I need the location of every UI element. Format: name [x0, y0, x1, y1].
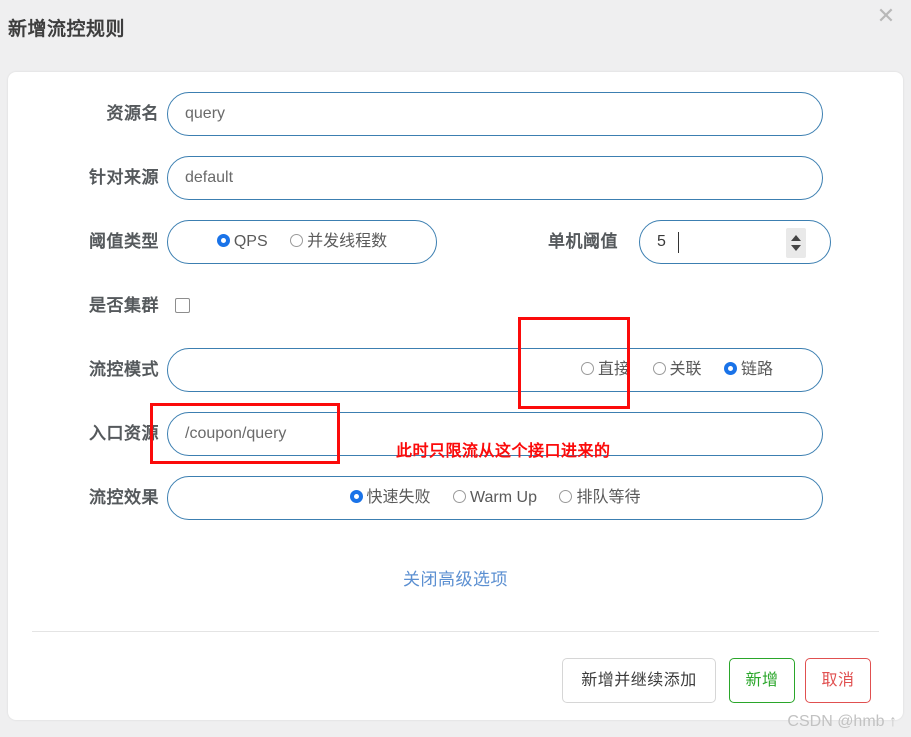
radio-dot-icon: [559, 490, 573, 503]
page-title: 新增流控规则: [8, 19, 126, 40]
single-threshold-input[interactable]: 5: [639, 220, 831, 264]
cluster-checkbox[interactable]: [175, 298, 190, 313]
radio-dot-icon: [723, 362, 737, 375]
watermark: CSDN @hmb ↑: [787, 713, 897, 730]
label-flow-mode: 流控模式: [89, 360, 159, 379]
flow-mode-radio-group: 直接 关联 链路: [167, 348, 823, 392]
radio-dot-icon: [453, 490, 467, 503]
radio-flow-effect-fast-fail[interactable]: 快速失败: [349, 477, 431, 519]
label-single-threshold: 单机阈值: [548, 232, 618, 251]
label-entry-resource: 入口资源: [89, 424, 159, 443]
form-row-cluster: 是否集群: [8, 284, 903, 328]
limit-origin-input[interactable]: default: [167, 156, 823, 200]
form-row-threshold-type: 阈值类型 QPS 并发线程数 单机阈值 5: [8, 220, 903, 264]
radio-label: QPS: [233, 233, 268, 250]
radio-threshold-type-qps[interactable]: QPS: [216, 221, 268, 263]
radio-label: 链路: [740, 361, 773, 378]
footer-divider: [32, 631, 879, 632]
flow-effect-radio-group: 快速失败 Warm Up 排队等待: [167, 476, 823, 520]
radio-dot-icon: [581, 362, 595, 375]
add-button[interactable]: 新增: [729, 658, 795, 703]
form-row-flow-effect: 流控效果 快速失败 Warm Up 排队等待: [8, 476, 903, 520]
number-spinner[interactable]: [786, 228, 806, 258]
threshold-type-radio-group: QPS 并发线程数: [167, 220, 437, 264]
radio-label: 关联: [669, 361, 702, 378]
radio-flow-effect-warm-up[interactable]: Warm Up: [453, 477, 537, 519]
radio-flow-mode-associated[interactable]: 关联: [652, 349, 702, 391]
label-cluster: 是否集群: [89, 296, 159, 315]
advanced-options-toggle[interactable]: 关闭高级选项: [0, 565, 911, 590]
radio-dot-icon: [290, 234, 304, 247]
label-threshold-type: 阈值类型: [89, 232, 159, 251]
radio-label: 排队等待: [576, 489, 641, 506]
form-row-resource-name: 资源名 query: [8, 92, 903, 136]
radio-label: 并发线程数: [307, 233, 388, 250]
arrow-down-icon[interactable]: [791, 245, 801, 251]
radio-dot-icon: [216, 234, 230, 247]
label-flow-effect: 流控效果: [89, 488, 159, 507]
arrow-up-icon[interactable]: [791, 235, 801, 241]
radio-flow-effect-queue[interactable]: 排队等待: [559, 477, 640, 519]
single-threshold-value: 5: [657, 233, 666, 250]
text-caret: [678, 232, 679, 253]
add-and-continue-button[interactable]: 新增并继续添加: [562, 658, 716, 703]
radio-flow-mode-direct[interactable]: 直接: [581, 349, 630, 391]
form-row-flow-mode: 流控模式 直接 关联 链路: [8, 348, 903, 392]
annotation-note: 此时只限流从这个接口进来的: [396, 443, 611, 460]
form-row-limit-origin: 针对来源 default: [8, 156, 903, 200]
radio-label: Warm Up: [470, 489, 537, 506]
radio-flow-mode-chain[interactable]: 链路: [723, 349, 773, 391]
resource-name-input[interactable]: query: [167, 92, 823, 136]
label-resource-name: 资源名: [106, 104, 159, 123]
radio-label: 直接: [598, 361, 631, 378]
form-card: 资源名 query 针对来源 default 阈值类型 QPS 并发线程数 单机…: [8, 72, 903, 720]
radio-label: 快速失败: [366, 489, 431, 506]
cancel-button[interactable]: 取消: [805, 658, 871, 703]
close-icon[interactable]: ✕: [873, 4, 899, 30]
label-limit-origin: 针对来源: [89, 168, 159, 187]
radio-threshold-type-threads[interactable]: 并发线程数: [290, 221, 387, 263]
radio-dot-icon: [349, 490, 363, 503]
radio-dot-icon: [652, 362, 666, 375]
